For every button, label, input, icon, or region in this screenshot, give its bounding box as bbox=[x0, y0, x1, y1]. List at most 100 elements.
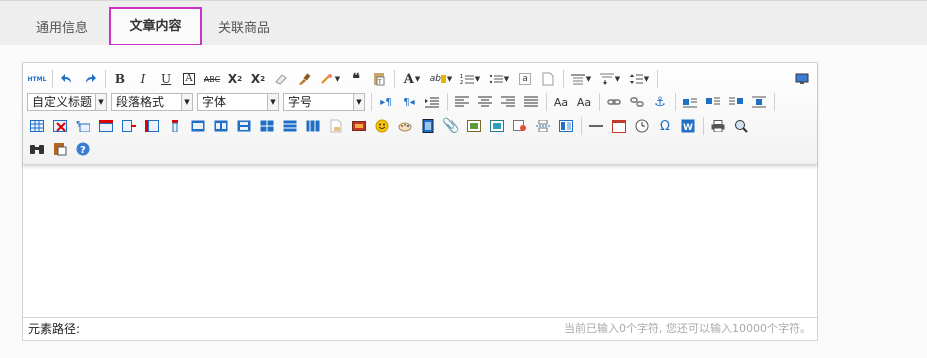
split-to-cols-icon[interactable] bbox=[303, 116, 323, 136]
tab-article-content[interactable]: 文章内容 bbox=[109, 7, 202, 46]
subscript-icon[interactable]: X2 bbox=[248, 69, 268, 89]
blank-page-icon[interactable] bbox=[538, 69, 558, 89]
word-image-icon[interactable]: W bbox=[678, 116, 698, 136]
image-none-icon[interactable] bbox=[680, 92, 700, 112]
insert-image-icon[interactable] bbox=[349, 116, 369, 136]
insert-frame-icon[interactable] bbox=[464, 116, 484, 136]
horizontal-rule-icon[interactable] bbox=[586, 116, 606, 136]
bold-icon[interactable]: B bbox=[110, 69, 130, 89]
gmap-icon[interactable] bbox=[510, 116, 530, 136]
auto-format-icon[interactable]: ▼ bbox=[317, 69, 343, 89]
template-icon[interactable] bbox=[556, 116, 576, 136]
search-replace-icon[interactable] bbox=[27, 139, 47, 159]
rich-text-editor: HTML B I U A ABC X2 X2 ▼ ❝ T A ▼ ab ▼ 1 … bbox=[22, 62, 818, 341]
text-direction-icon[interactable]: a bbox=[515, 69, 535, 89]
date-icon[interactable] bbox=[609, 116, 629, 136]
insert-column-icon[interactable] bbox=[142, 116, 162, 136]
font-family-select[interactable]: 字体 ▼ bbox=[197, 93, 279, 111]
main-panel: HTML B I U A ABC X2 X2 ▼ ❝ T A ▼ ab ▼ 1 … bbox=[0, 45, 927, 358]
paste-plain-icon[interactable]: T bbox=[369, 69, 389, 89]
toolbar-row-3: ¶ 📎 Ω W bbox=[27, 115, 754, 137]
map-icon[interactable] bbox=[487, 116, 507, 136]
blockquote-icon[interactable]: ❝ bbox=[346, 69, 366, 89]
preview-icon[interactable] bbox=[731, 116, 751, 136]
unlink-icon[interactable] bbox=[627, 92, 647, 112]
delete-column-icon[interactable] bbox=[165, 116, 185, 136]
attachment-icon[interactable]: 📎 bbox=[441, 116, 461, 136]
background-color-icon[interactable]: ab ▼ bbox=[428, 69, 454, 89]
separator bbox=[371, 93, 372, 111]
separator bbox=[581, 117, 582, 135]
image-left-icon[interactable] bbox=[703, 92, 723, 112]
superscript-icon[interactable]: X2 bbox=[225, 69, 245, 89]
delete-row-icon[interactable] bbox=[119, 116, 139, 136]
separator bbox=[52, 70, 53, 88]
html-source-button[interactable]: HTML bbox=[27, 69, 47, 89]
tab-related-products[interactable]: 关联商品 bbox=[204, 11, 284, 47]
merge-right-icon[interactable] bbox=[211, 116, 231, 136]
italic-icon[interactable]: I bbox=[133, 69, 153, 89]
time-icon[interactable] bbox=[632, 116, 652, 136]
underline-icon[interactable]: U bbox=[156, 69, 176, 89]
emotion-icon[interactable] bbox=[372, 116, 392, 136]
format-brush-icon[interactable] bbox=[294, 69, 314, 89]
separator bbox=[599, 93, 600, 111]
svg-text:?: ? bbox=[80, 145, 86, 156]
tab-general-info[interactable]: 通用信息 bbox=[22, 11, 102, 47]
ordered-list-icon[interactable]: 1 2 ▼ bbox=[457, 69, 483, 89]
eraser-icon[interactable] bbox=[271, 69, 291, 89]
fullscreen-icon[interactable] bbox=[792, 69, 812, 89]
separator bbox=[657, 70, 658, 88]
split-to-rows-icon[interactable] bbox=[280, 116, 300, 136]
strikethrough-icon[interactable]: ABC bbox=[202, 69, 222, 89]
split-to-cells-icon[interactable] bbox=[257, 116, 277, 136]
delete-table-icon[interactable] bbox=[50, 116, 70, 136]
align-justify-icon[interactable] bbox=[521, 92, 541, 112]
toolbar-row-2: 自定义标题 ▼ 段落格式 ▼ 字体 ▼ 字号 ▼ ▸¶ ¶◂ Aa Aa ⚓ bbox=[27, 91, 779, 113]
rtl-direction-icon[interactable]: ¶◂ bbox=[399, 92, 419, 112]
insert-video-icon[interactable] bbox=[418, 116, 438, 136]
image-center-icon[interactable] bbox=[749, 92, 769, 112]
align-right-icon[interactable] bbox=[498, 92, 518, 112]
page-break-icon[interactable] bbox=[533, 116, 553, 136]
editor-content-area[interactable] bbox=[23, 164, 817, 316]
separator bbox=[675, 93, 676, 111]
insert-table-icon[interactable] bbox=[27, 116, 47, 136]
merge-cells-icon[interactable] bbox=[188, 116, 208, 136]
separator bbox=[563, 70, 564, 88]
image-right-icon[interactable] bbox=[726, 92, 746, 112]
insert-paragraph-before-table-icon[interactable]: ¶ bbox=[73, 116, 93, 136]
to-uppercase-icon[interactable]: Aa bbox=[551, 92, 571, 112]
align-center-icon[interactable] bbox=[475, 92, 495, 112]
to-lowercase-icon[interactable]: Aa bbox=[574, 92, 594, 112]
redo-icon[interactable] bbox=[80, 69, 100, 89]
insert-row-icon[interactable] bbox=[96, 116, 116, 136]
row-spacing-top-icon[interactable]: ▼ bbox=[568, 69, 594, 89]
undo-icon[interactable] bbox=[57, 69, 77, 89]
toolbar-row-4: ? bbox=[27, 138, 96, 160]
line-height-icon[interactable]: ▼ bbox=[626, 69, 652, 89]
unordered-list-icon[interactable]: ▼ bbox=[486, 69, 512, 89]
row-spacing-bottom-icon[interactable]: ▼ bbox=[597, 69, 623, 89]
simple-upload-icon[interactable] bbox=[326, 116, 346, 136]
svg-text:¶: ¶ bbox=[76, 120, 80, 128]
font-color-icon[interactable]: A ▼ bbox=[399, 69, 425, 89]
scrawl-icon[interactable] bbox=[395, 116, 415, 136]
tab-bar: 通用信息 文章内容 关联商品 bbox=[0, 0, 927, 47]
editor-toolbar: HTML B I U A ABC X2 X2 ▼ ❝ T A ▼ ab ▼ 1 … bbox=[23, 63, 817, 165]
paste-icon[interactable] bbox=[50, 139, 70, 159]
special-chars-icon[interactable]: Ω bbox=[655, 116, 675, 136]
link-icon[interactable] bbox=[604, 92, 624, 112]
paragraph-format-select[interactable]: 段落格式 ▼ bbox=[111, 93, 193, 111]
align-left-icon[interactable] bbox=[452, 92, 472, 112]
ltr-direction-icon[interactable]: ▸¶ bbox=[376, 92, 396, 112]
custom-title-select[interactable]: 自定义标题 ▼ bbox=[27, 93, 107, 111]
font-border-icon[interactable]: A bbox=[179, 69, 199, 89]
help-icon[interactable]: ? bbox=[73, 139, 93, 159]
print-icon[interactable] bbox=[708, 116, 728, 136]
anchor-icon[interactable]: ⚓ bbox=[650, 92, 670, 112]
indent-icon[interactable] bbox=[422, 92, 442, 112]
toolbar-row-1: HTML B I U A ABC X2 X2 ▼ ❝ T A ▼ ab ▼ 1 … bbox=[27, 68, 809, 90]
merge-down-icon[interactable] bbox=[234, 116, 254, 136]
font-size-select[interactable]: 字号 ▼ bbox=[283, 93, 365, 111]
